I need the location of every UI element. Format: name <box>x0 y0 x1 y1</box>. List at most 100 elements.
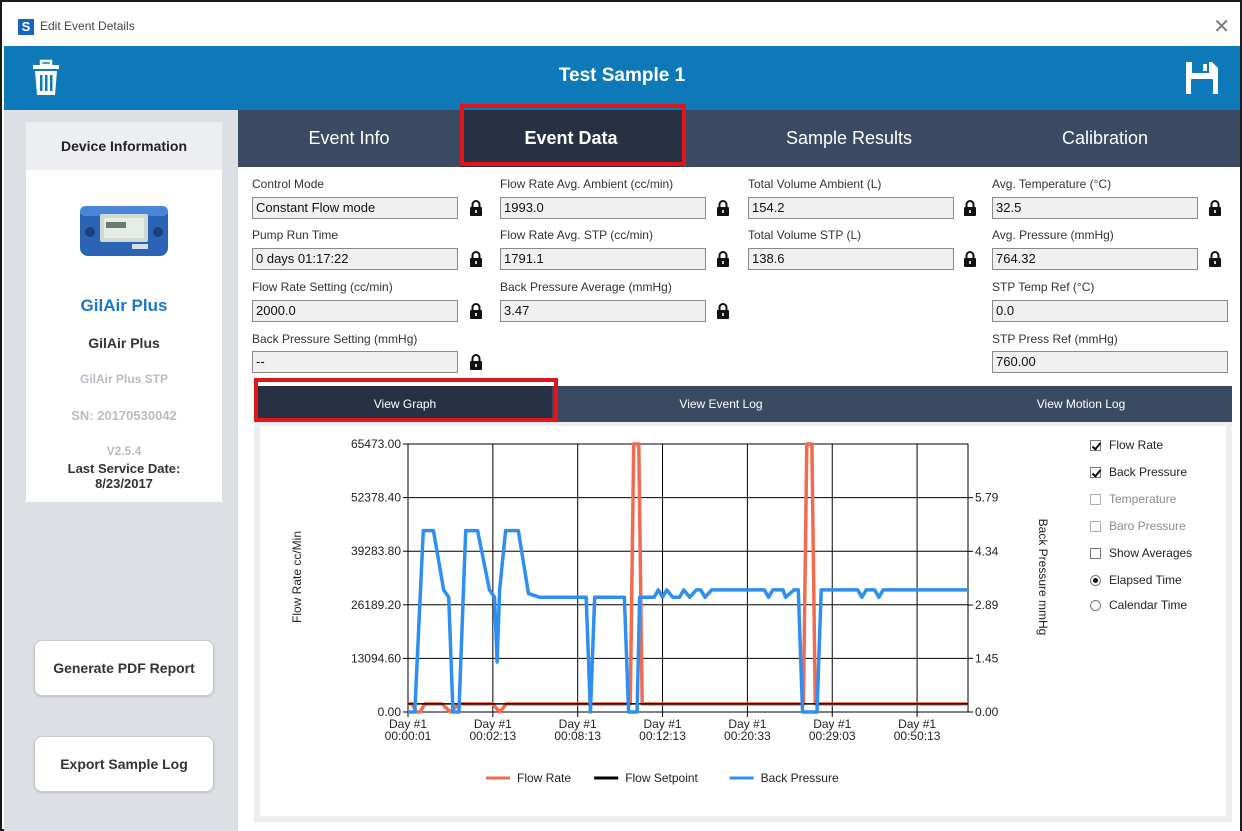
back-pressure-avg-field[interactable]: 3.47 <box>500 300 706 322</box>
elapsed-time-radio[interactable]: Elapsed Time <box>1090 573 1182 587</box>
floppy-disk-icon[interactable] <box>1182 58 1222 98</box>
stp-temp-ref-field[interactable]: 0.0 <box>992 300 1228 322</box>
show-averages-checkbox[interactable]: Show Averages <box>1090 546 1192 560</box>
chart-series <box>408 442 968 714</box>
page-title: Test Sample 1 <box>558 65 686 86</box>
lock-icon <box>470 303 482 319</box>
checkbox-icon <box>1090 520 1101 532</box>
x-tick-label: Day #1 00:02:13 <box>469 717 516 743</box>
stp-press-ref-label: STP Press Ref (mmHg) <box>992 332 1118 346</box>
stp-press-ref-field[interactable]: 760.00 <box>992 351 1228 373</box>
checkbox-icon <box>1090 439 1101 451</box>
calendar-time-option-label: Calendar Time <box>1109 598 1188 612</box>
device-info-title: Device Information <box>26 122 222 170</box>
generate-pdf-button[interactable]: Generate PDF Report <box>34 640 214 696</box>
y-axis-label-right: Back Pressure mmHg <box>1036 519 1050 636</box>
subtab-view-event-log[interactable]: View Event Log <box>594 386 848 422</box>
avg-pressure-label: Avg. Pressure (mmHg) <box>992 228 1114 242</box>
lock-icon <box>717 200 729 216</box>
flow-avg-stp-field[interactable]: 1791.1 <box>500 248 706 270</box>
total-vol-ambient-field[interactable]: 154.2 <box>748 197 954 219</box>
radio-icon <box>1090 599 1101 611</box>
lock-icon <box>964 200 976 216</box>
avg-temp-field[interactable]: 32.5 <box>992 197 1198 219</box>
tab-sample-results[interactable]: Sample Results <box>738 110 960 167</box>
lock-icon <box>470 200 482 216</box>
window-title: Edit Event Details <box>40 19 135 33</box>
total-vol-stp-label: Total Volume STP (L) <box>748 228 862 242</box>
y-tick-label-right: 4.34 <box>975 544 999 558</box>
legend-label: Back Pressure <box>761 771 839 785</box>
control-mode-field[interactable]: Constant Flow mode <box>252 197 458 219</box>
y-tick-label-left: 65473.00 <box>351 437 401 451</box>
lock-icon <box>1209 251 1221 267</box>
flow-rate-checkbox[interactable]: Flow Rate <box>1090 438 1163 452</box>
series-flow-rate <box>408 442 968 714</box>
show-averages-option-label: Show Averages <box>1109 546 1193 560</box>
device-serial: SN: 20170530042 <box>71 408 177 423</box>
sidebar: Device Information GilAir Plus GilAir Pl… <box>4 110 238 831</box>
x-tick-label: Day #1 00:08:13 <box>554 717 601 743</box>
tab-calibration[interactable]: Calibration <box>994 110 1216 167</box>
close-window-button[interactable]: ✕ <box>1213 14 1230 39</box>
device-name: GilAir Plus <box>88 335 160 351</box>
y-axis-left: 65473.00 52378.40 39283.80 26189.20 13094.60… <box>351 437 408 719</box>
plot-area <box>407 443 969 713</box>
flow-rate-setting-field[interactable]: 2000.0 <box>252 300 458 322</box>
back-pressure-setting-field[interactable]: -- <box>252 351 458 373</box>
graph-panel: 65473.00 52378.40 39283.80 26189.20 13094.60… <box>254 422 1232 822</box>
flow-avg-ambient-field[interactable]: 1993.0 <box>500 197 706 219</box>
subtab-view-graph[interactable]: View Graph <box>258 386 552 422</box>
lock-icon <box>470 354 482 370</box>
elapsed-time-option-label: Elapsed Time <box>1109 573 1182 587</box>
y-tick-label-left: 26189.20 <box>351 598 401 612</box>
total-vol-ambient-label: Total Volume Ambient (L) <box>748 177 882 191</box>
temperature-checkbox[interactable]: Temperature <box>1090 492 1176 506</box>
pump-run-time-label: Pump Run Time <box>252 228 339 242</box>
series-back-pressure <box>408 528 968 714</box>
legend-item: Flow Setpoint <box>594 771 699 785</box>
lock-icon <box>717 303 729 319</box>
baro-pressure-checkbox[interactable]: Baro Pressure <box>1090 519 1186 533</box>
checkbox-icon <box>1090 547 1101 559</box>
device-name-primary: GilAir Plus <box>80 296 168 315</box>
back-pressure-setting-label: Back Pressure Setting (mmHg) <box>252 332 418 346</box>
x-tick-label: Day #1 00:29:03 <box>809 717 856 743</box>
chart-grid <box>407 443 969 713</box>
x-tick-label: Day #1 00:12:13 <box>639 717 686 743</box>
last-service-date: 8/23/2017 <box>95 476 153 491</box>
back-pressure-option-label: Back Pressure <box>1109 465 1188 479</box>
y-axis-label-left: Flow Rate cc/Min <box>290 531 304 623</box>
y-axis-right: 5.79 4.34 2.89 1.45 0.00 <box>968 491 999 719</box>
avg-temp-label: Avg. Temperature (°C) <box>992 177 1112 191</box>
flow-rate-setting-label: Flow Rate Setting (cc/min) <box>252 280 393 294</box>
tab-event-info[interactable]: Event Info <box>238 110 460 167</box>
y-tick-label-left: 13094.60 <box>351 651 401 665</box>
calendar-time-radio[interactable]: Calendar Time <box>1090 598 1187 612</box>
back-pressure-checkbox[interactable]: Back Pressure <box>1090 465 1187 479</box>
last-service: Last Service Date: 8/23/2017 <box>26 461 222 491</box>
tab-event-data[interactable]: Event Data <box>460 110 682 167</box>
lock-icon <box>470 251 482 267</box>
subtab-view-motion-log[interactable]: View Motion Log <box>934 386 1228 422</box>
pump-run-time-field[interactable]: 0 days 01:17:22 <box>252 248 458 270</box>
export-sample-log-button[interactable]: Export Sample Log <box>34 736 214 792</box>
baro-pressure-option-label: Baro Pressure <box>1109 519 1186 533</box>
checkbox-icon <box>1090 466 1101 478</box>
legend-label: Flow Setpoint <box>625 771 698 785</box>
legend-label: Flow Rate <box>517 771 571 785</box>
flow-avg-stp-label: Flow Rate Avg. STP (cc/min) <box>500 228 653 242</box>
total-vol-stp-field[interactable]: 138.6 <box>748 248 954 270</box>
lock-icon <box>717 251 729 267</box>
flow-avg-ambient-label: Flow Rate Avg. Ambient (cc/min) <box>500 177 674 191</box>
device-model: GilAir Plus STP <box>79 372 169 386</box>
line-chart: 65473.00 52378.40 39283.80 26189.20 13094.60… <box>290 437 1050 785</box>
avg-pressure-field[interactable]: 764.32 <box>992 248 1198 270</box>
temperature-option-label: Temperature <box>1109 492 1177 506</box>
tab-bar: Event Info Event Data Sample Results Cal… <box>238 110 1240 167</box>
main-panel: Event Info Event Data Sample Results Cal… <box>238 104 1240 831</box>
device-image <box>80 206 168 256</box>
x-tick-label: Day #1 00:50:13 <box>894 717 941 743</box>
x-axis: Day #1 00:00:01 Day #1 00:02:13 Day #1 00:08:… <box>385 712 941 743</box>
subtab-bar: View Graph View Event Log View Motion Lo… <box>254 386 1232 422</box>
